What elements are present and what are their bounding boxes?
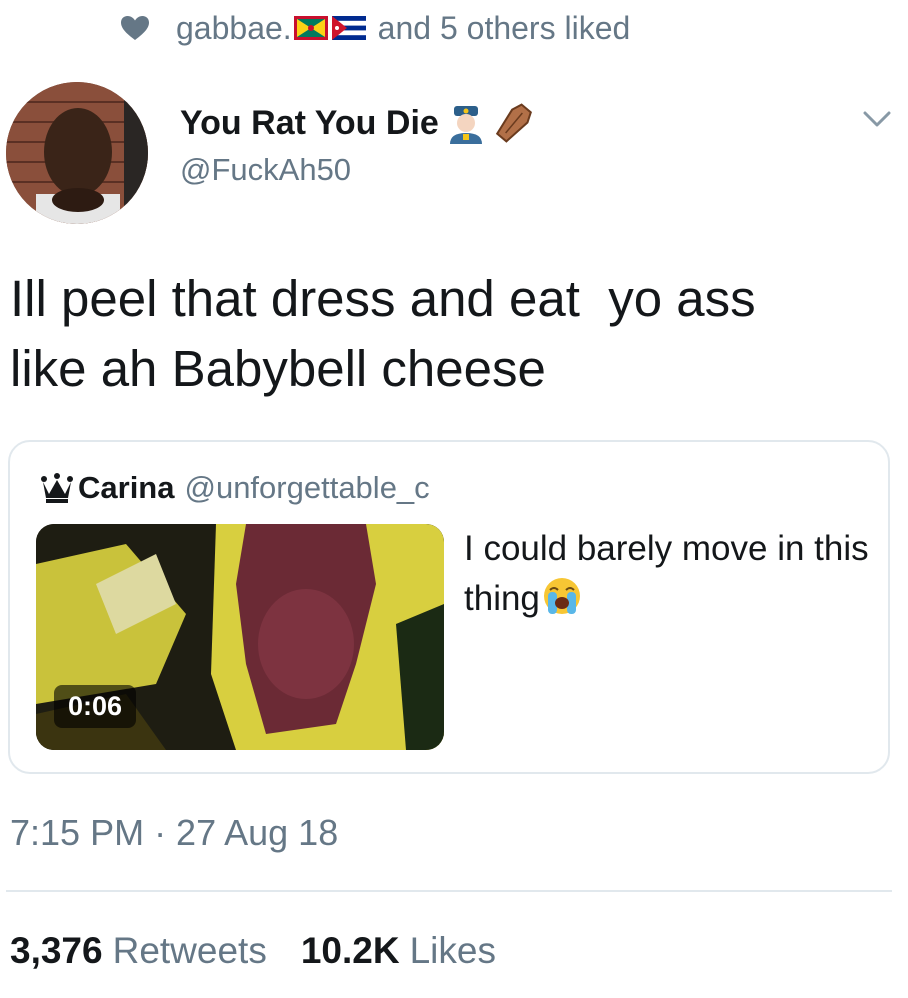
retweets-label: Retweets — [112, 930, 267, 971]
tweet-text: Ill peel that dress and eat yo ass like … — [10, 264, 890, 404]
tweet-stats: 3,376 Retweets 10.2K Likes — [10, 930, 530, 972]
quote-text-body: I could barely move in this thing — [464, 529, 869, 618]
grenada-flag-icon — [293, 16, 328, 40]
retweets-count: 3,376 — [10, 930, 103, 971]
chevron-down-icon[interactable] — [862, 108, 892, 130]
divider — [6, 890, 892, 892]
avatar-image — [6, 82, 148, 224]
quote-text: I could barely move in this thing — [464, 524, 874, 624]
author-handle[interactable]: @FuckAh50 — [180, 152, 535, 188]
quote-author-handle: @unforgettable_c — [184, 470, 430, 505]
likes-count: 10.2K — [300, 930, 400, 971]
quoted-tweet[interactable]: Carina @unforgettable_c 0:06 I could bar… — [8, 440, 890, 774]
quote-author-name: Carina — [78, 470, 175, 505]
author-name-row[interactable]: You Rat You Die — [180, 102, 535, 144]
quote-header: Carina @unforgettable_c — [40, 470, 430, 506]
heart-icon — [121, 16, 149, 40]
coffin-emoji-icon — [495, 103, 532, 143]
video-duration: 0:06 — [54, 685, 137, 728]
liker-username[interactable]: gabbae. — [176, 10, 292, 47]
crown-icon — [41, 473, 73, 503]
tweet-text-line: Ill peel that dress and eat yo ass — [10, 270, 756, 327]
retweets-stat[interactable]: 3,376 Retweets — [10, 930, 267, 972]
author-info[interactable]: You Rat You Die @FuckAh50 — [180, 102, 535, 188]
tweet-timestamp[interactable]: 7:15 PM · 27 Aug 18 — [10, 812, 338, 854]
loudly-crying-face-emoji-icon — [543, 578, 580, 614]
video-thumbnail[interactable]: 0:06 — [36, 524, 444, 750]
police-officer-emoji-icon — [449, 106, 482, 144]
likes-label: Likes — [409, 930, 496, 971]
avatar[interactable] — [6, 82, 148, 224]
author-name[interactable]: You Rat You Die — [180, 104, 439, 143]
cuba-flag-icon — [331, 16, 366, 40]
social-context[interactable]: gabbae. and 5 others liked — [120, 8, 630, 48]
liked-text: and 5 others liked — [377, 9, 631, 46]
tweet-text-line: like ah Babybell cheese — [10, 340, 546, 397]
likes-stat[interactable]: 10.2K Likes — [301, 930, 496, 972]
